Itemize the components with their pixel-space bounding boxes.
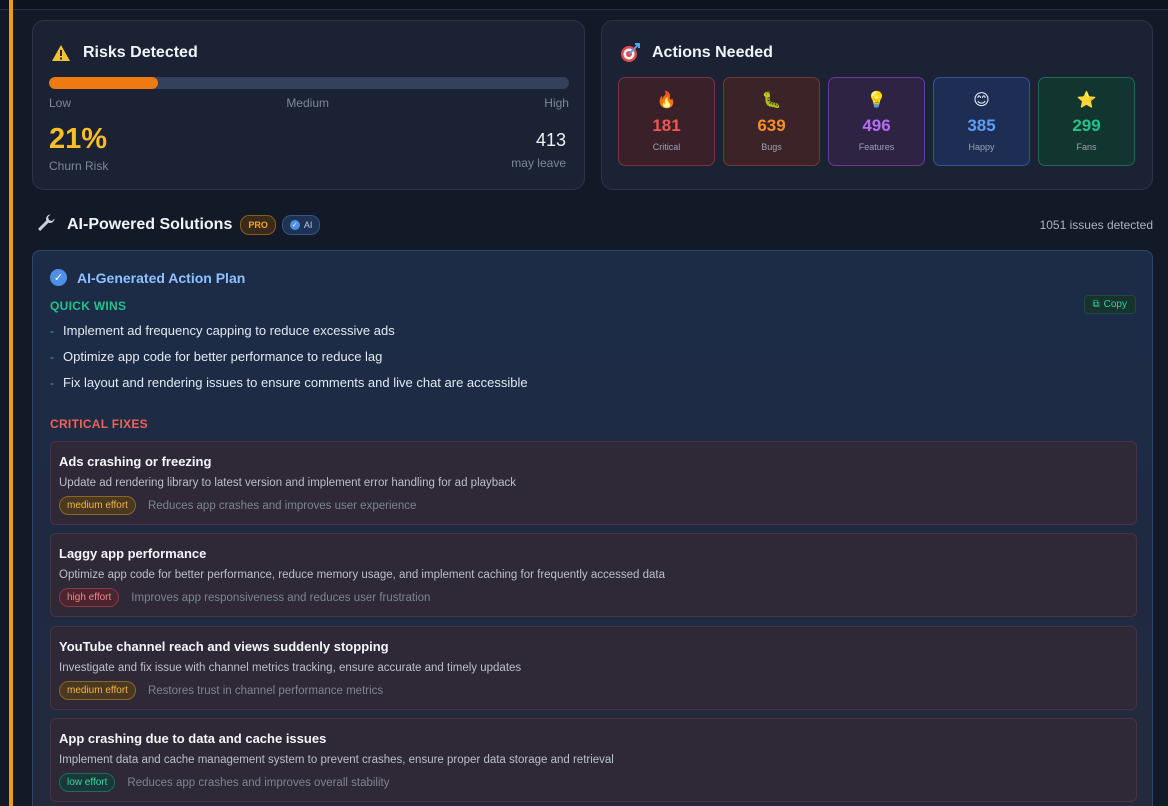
plan-title: ✓ AI-Generated Action Plan (50, 269, 245, 286)
tile-value: 385 (967, 116, 996, 135)
churn-percent: 21% (49, 123, 108, 155)
effort-badge: medium effort (59, 496, 136, 515)
fix-impact: Improves app responsiveness and reduces … (131, 591, 431, 604)
list-item: - Implement ad frequency capping to reduc… (50, 322, 528, 348)
lightbulb-icon: 💡 (866, 92, 887, 109)
quick-win-text: Optimize app code for better performance… (63, 349, 383, 364)
tile-value: 299 (1072, 116, 1101, 135)
tile-value: 639 (757, 116, 786, 135)
quick-wins-title: QUICK WINS (50, 299, 127, 313)
risks-title: Risks Detected (51, 43, 198, 63)
copy-icon: ⧉ (1092, 299, 1100, 310)
issues-count: 1051 issues detected (1039, 218, 1153, 232)
dash-icon: - (50, 324, 54, 338)
effort-badge: high effort (59, 588, 120, 607)
risks-title-text: Risks Detected (83, 44, 198, 61)
fix-impact: Restores trust in channel performance me… (147, 684, 384, 697)
scale-low: Low (49, 96, 72, 110)
solutions-header: AI-Powered Solutions PRO ✓ AI 1051 issue… (36, 212, 1153, 238)
copy-button[interactable]: ⧉ Copy (1083, 295, 1136, 314)
quick-win-text: Implement ad frequency capping to reduce… (63, 323, 395, 338)
quick-win-text: Fix layout and rendering issues to ensur… (63, 375, 528, 390)
scale-medium: Medium (286, 96, 329, 110)
scale-high: High (544, 96, 569, 110)
fix-meta: low effort Reduces app crashes and impro… (59, 773, 389, 792)
fix-description: Implement data and cache management syst… (59, 754, 614, 766)
pro-badge: PRO (240, 215, 276, 235)
tile-label: Happy (968, 142, 995, 152)
fix-title: App crashing due to data and cache issue… (59, 731, 327, 746)
smile-icon: 😊 (973, 92, 990, 109)
actions-title: Actions Needed (620, 43, 773, 63)
dash-icon: - (50, 376, 54, 390)
may-leave-count: 413 (535, 130, 566, 150)
tile-label: Bugs (761, 142, 782, 152)
effort-badge: medium effort (59, 681, 136, 700)
effort-badge: low effort (59, 773, 116, 792)
fix-description: Update ad rendering library to latest ve… (59, 477, 517, 489)
tile-value: 181 (652, 116, 681, 135)
copy-label: Copy (1103, 299, 1127, 310)
fix-meta: medium effort Restores trust in channel … (59, 681, 383, 700)
tile-bugs[interactable]: 🐛 639 Bugs (723, 77, 820, 166)
tile-label: Critical (652, 142, 681, 152)
accent-bar (9, 0, 13, 806)
tile-features[interactable]: 💡 496 Features (828, 77, 925, 166)
target-icon (620, 43, 640, 63)
warning-icon (51, 43, 71, 63)
wrench-icon (36, 213, 58, 238)
fix-card[interactable]: Laggy app performance Optimize app code … (50, 533, 1137, 617)
fix-title: YouTube channel reach and views suddenly… (59, 639, 389, 654)
tile-fans[interactable]: ⭐ 299 Fans (1038, 77, 1135, 166)
action-plan-panel: ✓ AI-Generated Action Plan QUICK WINS ⧉ … (32, 250, 1153, 806)
fix-meta: medium effort Reduces app crashes and im… (59, 496, 416, 515)
tile-label: Features (858, 142, 895, 152)
churn-label: Churn Risk (49, 159, 109, 173)
list-item: - Optimize app code for better performanc… (50, 348, 528, 374)
fix-card[interactable]: App crashing due to data and cache issue… (50, 718, 1137, 802)
fix-description: Investigate and fix issue with channel m… (59, 662, 522, 674)
top-strip (0, 0, 1168, 10)
list-item: - Fix layout and rendering issues to ensu… (50, 374, 528, 400)
actions-card: Actions Needed 🔥 181 Critical 🐛 639 Bugs… (601, 20, 1153, 190)
critical-fixes-title: CRITICAL FIXES (50, 417, 148, 431)
fix-meta: high effort Improves app responsiveness … (59, 588, 430, 607)
action-tiles: 🔥 181 Critical 🐛 639 Bugs 💡 496 Features… (618, 77, 1135, 166)
ai-badge: ✓ AI (281, 215, 321, 235)
risk-bar (49, 77, 569, 89)
dashboard-page: Risks Detected Low Medium High 21% Churn… (0, 0, 1168, 806)
risks-card: Risks Detected Low Medium High 21% Churn… (32, 20, 585, 190)
bug-icon: 🐛 (761, 92, 782, 109)
risk-bar-fill (49, 77, 159, 89)
fix-title: Laggy app performance (59, 546, 207, 561)
check-circle-icon: ✓ (50, 269, 67, 286)
fix-title: Ads crashing or freezing (59, 454, 212, 469)
tile-value: 496 (862, 116, 891, 135)
dash-icon: - (50, 350, 54, 364)
solutions-title: AI-Powered Solutions (67, 216, 233, 233)
actions-title-text: Actions Needed (652, 44, 773, 61)
star-icon: ⭐ (1076, 92, 1097, 109)
risk-scale: Low Medium High (49, 96, 569, 110)
may-leave-label: may leave (511, 156, 566, 170)
fix-card[interactable]: Ads crashing or freezing Update ad rende… (50, 441, 1137, 525)
quick-wins-list: - Implement ad frequency capping to reduc… (50, 322, 528, 400)
tile-critical[interactable]: 🔥 181 Critical (618, 77, 715, 166)
plan-title-text: AI-Generated Action Plan (77, 269, 246, 286)
fix-description: Optimize app code for better performance… (59, 569, 665, 581)
fix-impact: Reduces app crashes and improves overall… (127, 776, 390, 789)
fix-impact: Reduces app crashes and improves user ex… (147, 499, 417, 512)
fire-icon: 🔥 (656, 92, 677, 109)
tile-happy[interactable]: 😊 385 Happy (933, 77, 1030, 166)
ai-badge-label: AI (303, 220, 313, 230)
check-icon: ✓ (289, 220, 300, 230)
tile-label: Fans (1076, 142, 1097, 152)
fix-card[interactable]: YouTube channel reach and views suddenly… (50, 626, 1137, 710)
